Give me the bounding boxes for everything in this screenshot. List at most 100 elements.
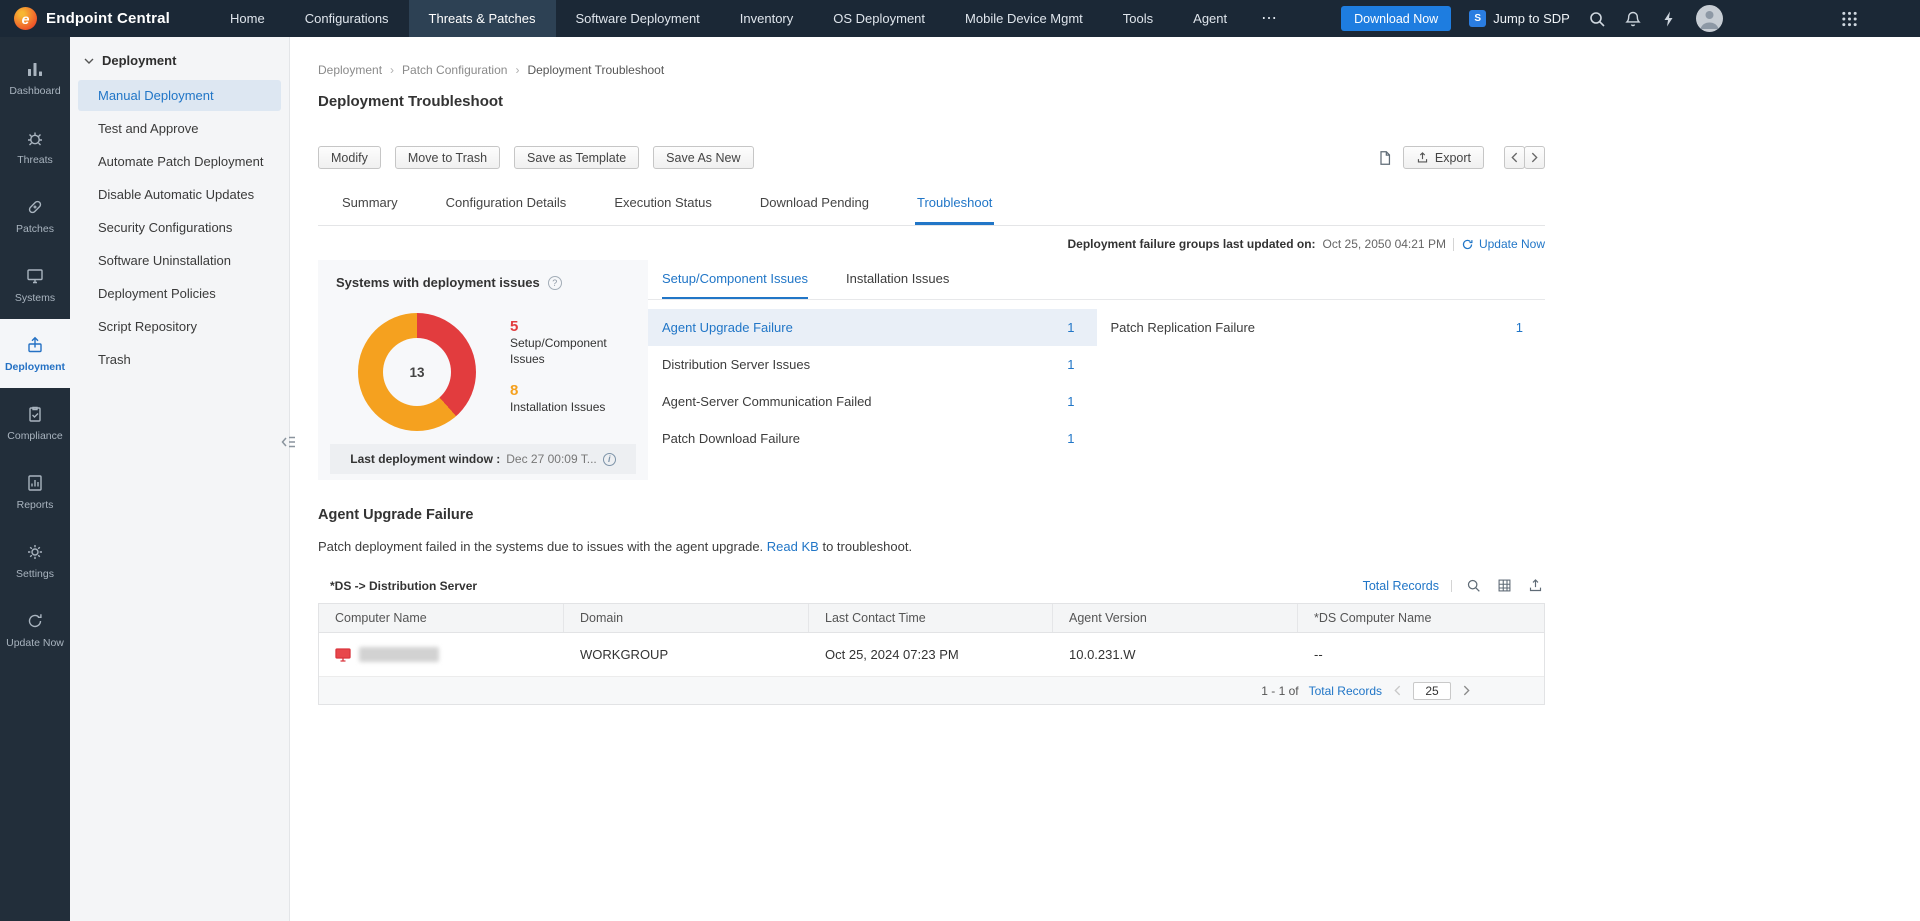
jump-to-sdp[interactable]: S Jump to SDP (1469, 10, 1570, 27)
failure-item-distribution-server[interactable]: Distribution Server Issues 1 (648, 346, 1097, 383)
save-as-template-button[interactable]: Save as Template (514, 146, 639, 169)
updated-value: Oct 25, 2050 04:21 PM (1323, 237, 1446, 251)
column-chooser-icon[interactable] (1495, 576, 1514, 595)
collapse-sidebar-icon[interactable] (279, 433, 297, 451)
tab-execution-status[interactable]: Execution Status (612, 189, 714, 225)
failure-count: 1 (1067, 431, 1074, 446)
sidebar-item-script-repository[interactable]: Script Repository (78, 311, 281, 342)
legend-installation[interactable]: 8 Installation Issues (510, 382, 622, 416)
save-as-new-button[interactable]: Save As New (653, 146, 753, 169)
divider (1453, 238, 1454, 251)
brand[interactable]: e Endpoint Central (14, 7, 170, 30)
tab-download-pending[interactable]: Download Pending (758, 189, 871, 225)
nav-item-configurations[interactable]: Configurations (285, 0, 409, 37)
sidebar-item-manual-deployment[interactable]: Manual Deployment (78, 80, 281, 111)
description-text: Patch deployment failed in the systems d… (318, 539, 763, 554)
nav-item-mobile-device-mgmt[interactable]: Mobile Device Mgmt (945, 0, 1103, 37)
nav-item-os-deployment[interactable]: OS Deployment (813, 0, 945, 37)
export-label: Export (1435, 151, 1471, 165)
sidebar-item-deployment-policies[interactable]: Deployment Policies (78, 278, 281, 309)
rail-item-threats[interactable]: Threats (0, 112, 70, 181)
column-header-agent-version[interactable]: Agent Version (1053, 604, 1298, 632)
tab-installation-issues[interactable]: Installation Issues (846, 271, 949, 299)
nav-item-software-deployment[interactable]: Software Deployment (556, 0, 720, 37)
info-icon[interactable] (603, 453, 616, 466)
nav-item-home[interactable]: Home (210, 0, 285, 37)
sidebar-section-header[interactable]: Deployment (70, 53, 289, 78)
sidebar-item-disable-automatic-updates[interactable]: Disable Automatic Updates (78, 179, 281, 210)
search-icon[interactable] (1588, 10, 1606, 28)
legend-setup-component[interactable]: 5 Setup/Component Issues (510, 318, 622, 367)
table-search-icon[interactable] (1464, 576, 1483, 595)
failure-count: 1 (1067, 357, 1074, 372)
sidebar-item-software-uninstallation[interactable]: Software Uninstallation (78, 245, 281, 276)
nav-item-tools[interactable]: Tools (1103, 0, 1173, 37)
donut-chart[interactable]: 13 (358, 313, 476, 431)
failed-systems-table: Computer Name Domain Last Contact Time A… (318, 603, 1545, 705)
rail-item-systems[interactable]: Systems (0, 250, 70, 319)
breadcrumb: Deployment › Patch Configuration › Deplo… (318, 63, 1545, 77)
column-header-computer-name[interactable]: Computer Name (319, 604, 564, 632)
icon-rail: Dashboard Threats Patches Systems Deploy… (0, 37, 70, 921)
previous-config-icon[interactable] (1504, 146, 1525, 169)
user-avatar[interactable] (1696, 5, 1723, 32)
sidebar-item-test-and-approve[interactable]: Test and Approve (78, 113, 281, 144)
redacted-computer-name (359, 647, 439, 662)
export-button[interactable]: Export (1403, 146, 1484, 169)
pagination-next-icon[interactable] (1461, 685, 1472, 696)
tab-summary[interactable]: Summary (340, 189, 400, 225)
column-header-domain[interactable]: Domain (564, 604, 809, 632)
rail-item-reports[interactable]: Reports (0, 457, 70, 526)
failure-item-patch-download[interactable]: Patch Download Failure 1 (648, 420, 1097, 457)
sidebar-item-trash[interactable]: Trash (78, 344, 281, 375)
update-now-link[interactable]: Update Now (1461, 237, 1545, 251)
total-records-link[interactable]: Total Records (1363, 579, 1439, 593)
modify-button[interactable]: Modify (318, 146, 381, 169)
sdp-icon: S (1469, 10, 1486, 27)
breadcrumb-patch-configuration[interactable]: Patch Configuration (402, 63, 507, 77)
tab-troubleshoot[interactable]: Troubleshoot (915, 189, 994, 225)
rail-item-update-now[interactable]: Update Now (0, 595, 70, 664)
divider (1451, 580, 1452, 592)
rail-label: Systems (15, 292, 55, 304)
rail-item-patches[interactable]: Patches (0, 181, 70, 250)
move-to-trash-button[interactable]: Move to Trash (395, 146, 500, 169)
rail-label: Deployment (5, 361, 65, 373)
rail-item-settings[interactable]: Settings (0, 526, 70, 595)
rail-item-compliance[interactable]: Compliance (0, 388, 70, 457)
quick-actions-zap-icon[interactable] (1660, 10, 1678, 28)
pagination-total-records-link[interactable]: Total Records (1309, 684, 1382, 698)
tab-configuration-details[interactable]: Configuration Details (444, 189, 569, 225)
column-header-last-contact-time[interactable]: Last Contact Time (809, 604, 1053, 632)
rail-item-deployment[interactable]: Deployment (0, 319, 70, 388)
help-icon[interactable] (548, 276, 562, 290)
nav-item-threats-patches[interactable]: Threats & Patches (409, 0, 556, 37)
failure-item-agent-upgrade[interactable]: Agent Upgrade Failure 1 (648, 309, 1097, 346)
rail-label: Patches (16, 223, 54, 235)
donut-total: 13 (409, 365, 424, 380)
table-export-icon[interactable] (1526, 576, 1545, 595)
pagination-prev-icon[interactable] (1392, 685, 1403, 696)
primary-nav: Home Configurations Threats & Patches So… (210, 0, 1293, 37)
nav-more-icon[interactable]: ⋯ (1247, 0, 1293, 37)
download-now-button[interactable]: Download Now (1341, 6, 1451, 31)
notifications-bell-icon[interactable] (1624, 10, 1642, 28)
apps-grid-icon[interactable] (1841, 10, 1858, 27)
failure-item-patch-replication[interactable]: Patch Replication Failure 1 (1097, 309, 1546, 346)
column-header-ds-computer-name[interactable]: *DS Computer Name (1298, 604, 1544, 632)
breadcrumb-current: Deployment Troubleshoot (527, 63, 664, 77)
export-pdf-icon[interactable] (1375, 148, 1395, 168)
nav-item-agent[interactable]: Agent (1173, 0, 1247, 37)
tab-setup-component-issues[interactable]: Setup/Component Issues (662, 271, 808, 299)
breadcrumb-deployment[interactable]: Deployment (318, 63, 382, 77)
next-config-icon[interactable] (1524, 146, 1545, 169)
failure-count: 1 (1516, 320, 1523, 335)
page-size-input[interactable] (1413, 682, 1451, 700)
table-row[interactable]: WORKGROUP Oct 25, 2024 07:23 PM 10.0.231… (319, 633, 1544, 677)
nav-item-inventory[interactable]: Inventory (720, 0, 813, 37)
failure-item-agent-server-communication[interactable]: Agent-Server Communication Failed 1 (648, 383, 1097, 420)
rail-item-dashboard[interactable]: Dashboard (0, 43, 70, 112)
sidebar-item-automate-patch-deployment[interactable]: Automate Patch Deployment (78, 146, 281, 177)
sidebar-item-security-configurations[interactable]: Security Configurations (78, 212, 281, 243)
read-kb-link[interactable]: Read KB (767, 539, 819, 554)
